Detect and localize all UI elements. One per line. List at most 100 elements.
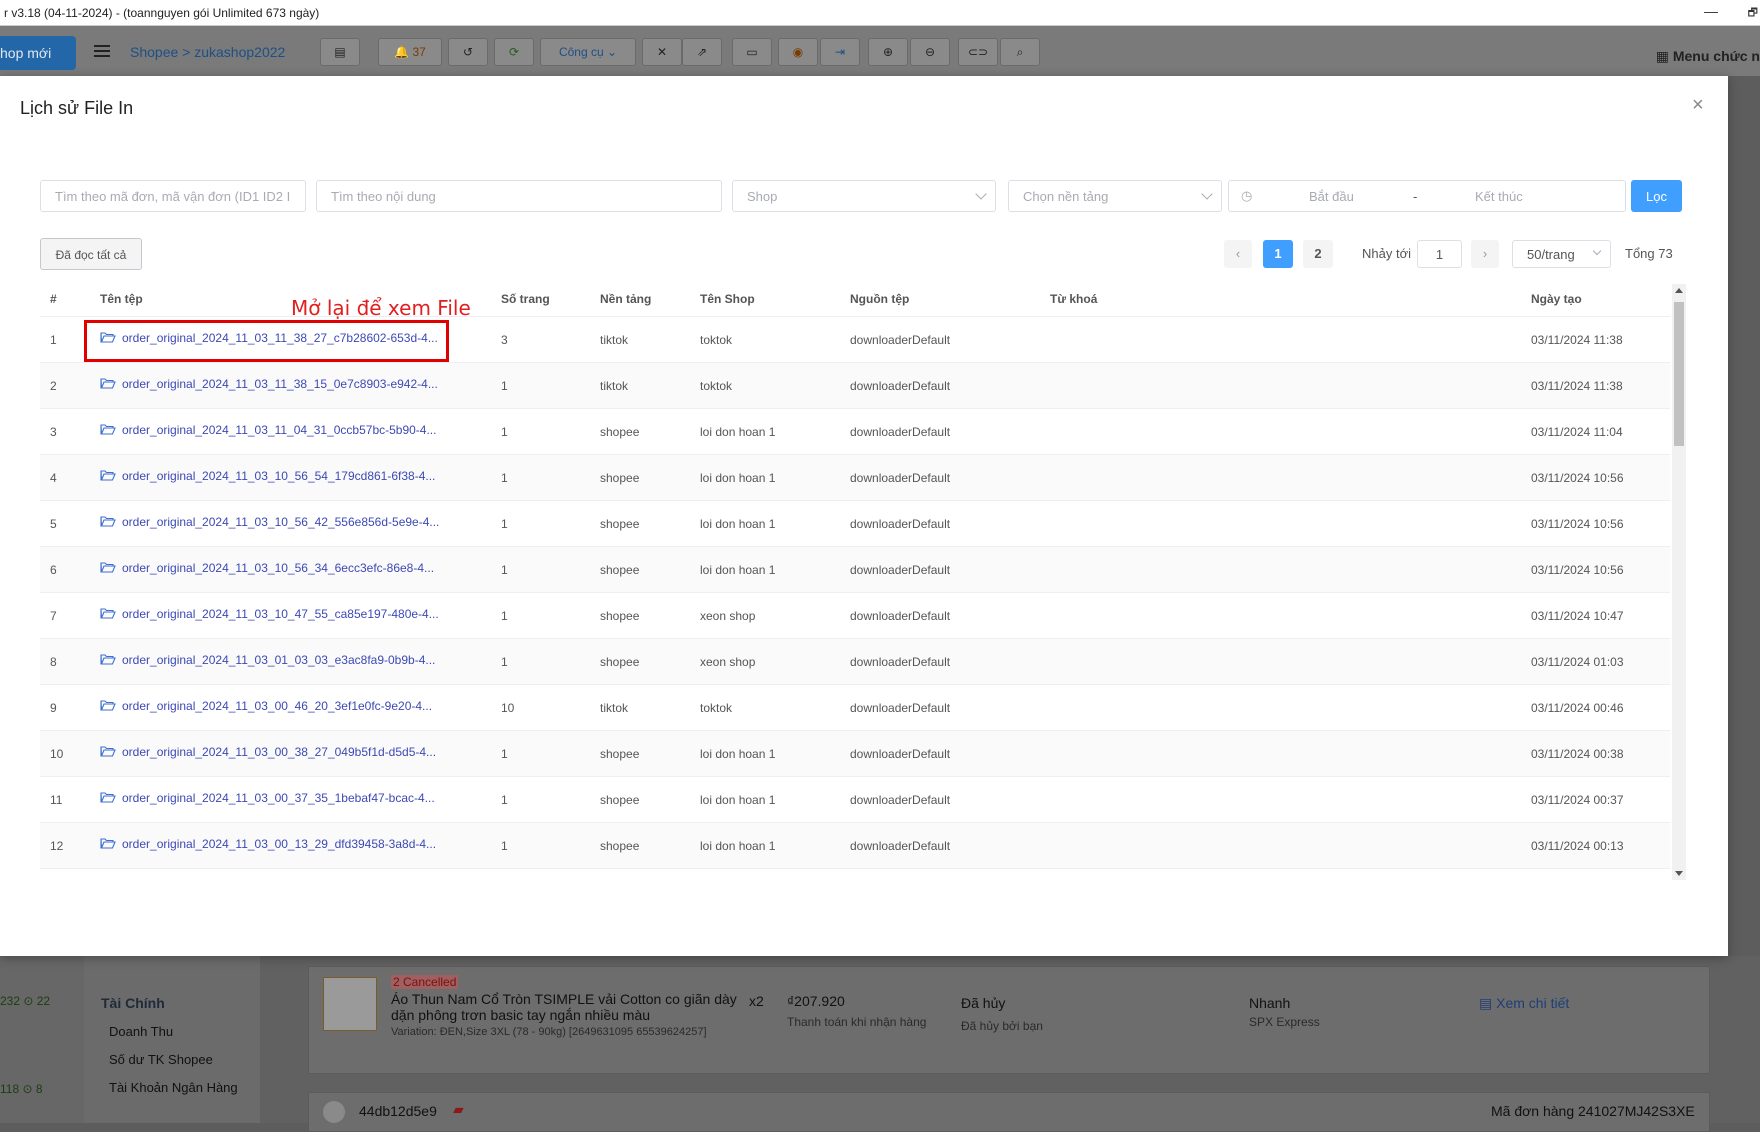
page-count: 10 [501,701,515,715]
table-row[interactable]: 9 order_original_2024_11_03_00_46_20_3ef1… [40,685,1670,731]
login-icon[interactable]: ⇥ [820,38,860,66]
prev-page-button[interactable]: ‹ [1224,240,1252,268]
file-link[interactable]: order_original_2024_11_03_11_04_31_0ccb5… [100,423,436,437]
external-link-icon[interactable]: ⇗ [682,38,722,66]
page-count: 1 [501,563,508,577]
file-name: order_original_2024_11_03_00_46_20_3ef1e… [122,699,433,713]
doc-icon[interactable]: ▤ [320,38,360,66]
table-row[interactable]: 8 order_original_2024_11_03_01_03_03_e3ac… [40,639,1670,685]
product-name[interactable]: Áo Thun Nam Cổ Tròn TSIMPLE vải Cotton c… [391,991,751,1023]
platform-select-placeholder: Chọn nền tảng [1023,189,1109,204]
file-link[interactable]: order_original_2024_11_03_10_47_55_ca85e… [100,607,439,621]
row-index: 8 [50,655,57,669]
platform: shopee [600,793,640,807]
source: downloaderDefault [850,563,951,577]
shop-select[interactable]: Shop [732,180,996,212]
file-link[interactable]: order_original_2024_11_03_11_38_15_0e7c8… [100,377,438,391]
close-tool-icon[interactable]: ✕ [642,38,682,66]
close-icon[interactable]: × [1692,94,1704,117]
search-content-input[interactable]: Tìm theo nội dung [316,180,722,212]
file-name: order_original_2024_11_03_10_56_42_556e8… [122,515,440,529]
page-count: 1 [501,655,508,669]
card-icon[interactable]: ▭ [732,38,772,66]
toggle-icon[interactable]: ⊂⊃ [958,38,998,66]
zoom-in-icon[interactable]: ⊕ [868,38,908,66]
file-link[interactable]: order_original_2024_11_03_00_37_35_1beba… [100,791,435,805]
page-1-button[interactable]: 1 [1263,240,1293,268]
platform: shopee [600,839,640,853]
created-date: 03/11/2024 00:13 [1531,839,1624,853]
created-date: 03/11/2024 10:47 [1531,609,1624,623]
table-row[interactable]: 6 order_original_2024_11_03_10_56_34_6ecc… [40,547,1670,593]
shop-name: toktok [700,333,733,347]
created-date: 03/11/2024 11:04 [1531,425,1623,439]
new-shop-button[interactable]: hop mới [0,36,76,70]
scroll-thumb[interactable] [1674,302,1684,446]
sidebar-item-bank-account[interactable]: Tài Khoản Ngân Hàng [109,1080,238,1095]
page-count: 1 [501,425,508,439]
avatar [323,1101,345,1123]
order-card: 2 Cancelled Áo Thun Nam Cổ Tròn TSIMPLE … [308,966,1710,1074]
file-link[interactable]: order_original_2024_11_03_10_56_54_179cd… [100,469,435,483]
table-row[interactable]: 2 order_original_2024_11_03_11_38_15_0e7c… [40,363,1670,409]
table-row[interactable]: 4 order_original_2024_11_03_10_56_54_179c… [40,455,1670,501]
folder-open-icon [100,746,116,757]
search-icon[interactable]: ⌕ [1000,38,1040,66]
source: downloaderDefault [850,379,951,393]
file-link[interactable]: order_original_2024_11_03_10_56_34_6ecc3… [100,561,434,575]
view-detail-link[interactable]: ▤ Xem chi tiết [1479,995,1569,1012]
scroll-up-icon[interactable] [1675,288,1683,293]
username[interactable]: 44db12d5e9 [359,1103,437,1119]
scroll-down-icon[interactable] [1675,871,1683,876]
file-link[interactable]: order_original_2024_11_03_10_56_42_556e8… [100,515,439,529]
file-link[interactable]: order_original_2024_11_03_01_03_03_e3ac8… [100,653,435,667]
search-order-input[interactable]: Tìm theo mã đơn, mã vận đơn (ID1 ID2 I [40,180,306,212]
file-link[interactable]: order_original_2024_11_03_00_38_27_049b5… [100,745,436,759]
table-row[interactable]: 12 order_original_2024_11_03_00_13_29_dfd… [40,823,1670,869]
table-row[interactable]: 7 order_original_2024_11_03_10_47_55_ca85… [40,593,1670,639]
zoom-out-icon[interactable]: ⊖ [910,38,950,66]
source: downloaderDefault [850,655,951,669]
notification-button[interactable]: 🔔 37 [378,38,442,66]
row-index: 12 [50,839,64,853]
filter-button[interactable]: Lọc [1631,180,1682,212]
sidebar-heading-finance[interactable]: Tài Chính [101,995,165,1011]
price: ₫207.920 [787,993,845,1009]
undo-icon[interactable]: ↺ [448,38,488,66]
table-scrollbar[interactable] [1672,284,1686,880]
carrier: SPX Express [1249,1015,1320,1029]
maximize-icon[interactable]: 🗗 [1748,4,1758,23]
sidebar-item-revenue[interactable]: Doanh Thu [109,1024,173,1039]
per-page-select[interactable]: 50/trang [1512,240,1611,268]
table-row[interactable]: 5 order_original_2024_11_03_10_56_42_556e… [40,501,1670,547]
table-row[interactable]: 3 order_original_2024_11_03_11_04_31_0ccb… [40,409,1670,455]
breadcrumb[interactable]: Shopee > zukashop2022 [130,44,285,60]
platform-select[interactable]: Chọn nền tảng [1008,180,1222,212]
main-menu-button[interactable]: ▦ Menu chức n [1656,48,1760,65]
shop-name: xeon shop [700,609,756,623]
table-row[interactable]: 11 order_original_2024_11_03_00_37_35_1be… [40,777,1670,823]
shop-icon[interactable]: ◉ [778,38,818,66]
chat-icon[interactable]: ▰ [453,1101,464,1118]
file-link[interactable]: order_original_2024_11_03_00_13_29_dfd39… [100,837,436,851]
refresh-icon[interactable]: ⟳ [494,38,534,66]
page-2-button[interactable]: 2 [1303,240,1333,268]
date-separator: - [1413,189,1418,204]
menu-toggle-icon[interactable] [94,45,110,57]
created-date: 03/11/2024 10:56 [1531,471,1624,485]
minimize-icon[interactable]: — [1704,3,1718,19]
col-shop-name: Tên Shop [700,292,755,306]
chevron-down-icon [975,188,987,200]
file-name: order_original_2024_11_03_10_47_55_ca85e… [122,607,439,621]
sidebar-item-balance[interactable]: Số dư TK Shopee [109,1052,213,1067]
tools-label: Công cụ [558,45,604,59]
file-link[interactable]: order_original_2024_11_03_00_46_20_3ef1e… [100,699,432,713]
mark-all-read-button[interactable]: Đã đọc tất cả [40,238,142,270]
platform: shopee [600,655,640,669]
table-row[interactable]: 10 order_original_2024_11_03_00_38_27_049… [40,731,1670,777]
shop-name: loi don hoan 1 [700,839,776,853]
next-page-button[interactable]: › [1471,240,1499,268]
date-range-picker[interactable]: ◷ Bắt đầu - Kết thúc [1228,180,1626,212]
tools-dropdown[interactable]: Công cụ ⌄ [540,38,636,66]
jump-input[interactable]: 1 [1417,240,1462,268]
